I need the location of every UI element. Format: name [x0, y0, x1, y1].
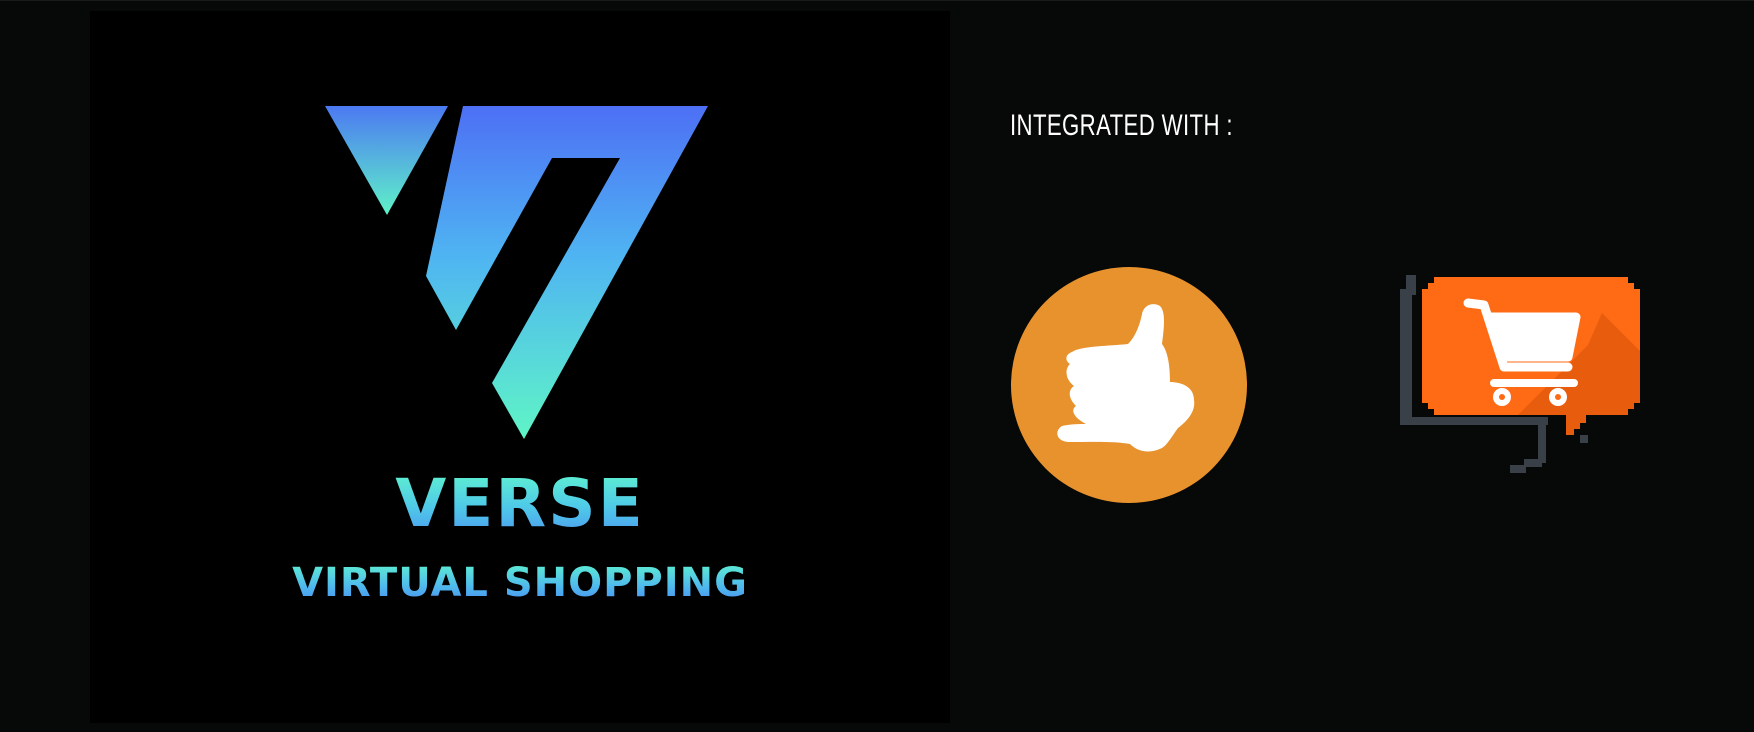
thumbs-up-icon [1011, 267, 1247, 503]
brand-tagline: VIRTUAL SHOPPING [240, 563, 800, 603]
integrated-with-label: INTEGRATED WITH : [1010, 109, 1233, 142]
shopping-cart-icon [1400, 275, 1640, 473]
v-triangle-logo-icon [325, 106, 708, 439]
banner: VERSE VIRTUAL SHOPPING INTEGRATED WITH : [0, 0, 1754, 732]
brand-name: VERSE [270, 471, 770, 537]
